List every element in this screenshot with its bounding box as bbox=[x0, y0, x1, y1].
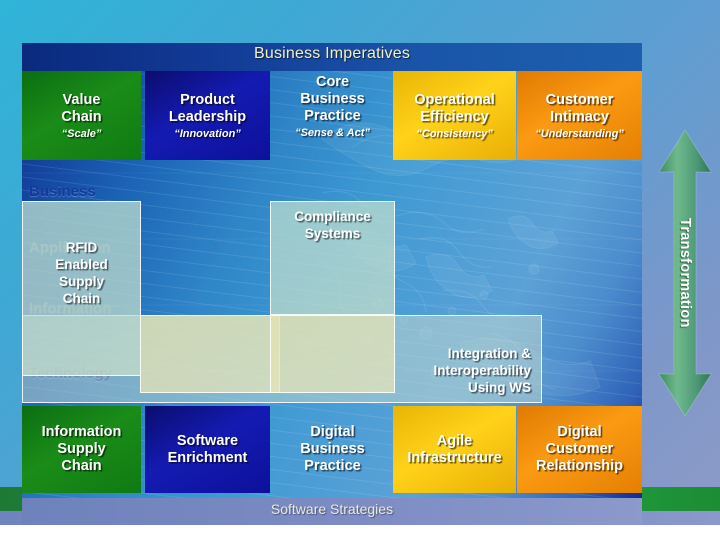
strategy-information-supply-chain[interactable]: Information Supply Chain bbox=[22, 406, 141, 493]
imperative-title-line2: Chain bbox=[61, 108, 102, 125]
strategy-title-line1: Software bbox=[176, 432, 239, 449]
imperative-subtitle: “Consistency” bbox=[416, 127, 493, 140]
imperative-product-leadership[interactable]: Product Leadership “Innovation” bbox=[145, 71, 270, 160]
imperative-title-line2: Intimacy bbox=[550, 108, 609, 125]
middle-box-compliance-tint bbox=[270, 315, 395, 393]
strategy-software-enrichment[interactable]: Software Enrichment bbox=[145, 406, 270, 493]
imperative-title-line2: Business bbox=[300, 91, 365, 107]
middle-box-line1: RFID bbox=[65, 240, 98, 255]
middle-box-rfid-label: RFID Enabled Supply Chain bbox=[22, 239, 141, 307]
imperative-subtitle: “Sense & Act” bbox=[295, 127, 370, 139]
page-title: Business Imperatives bbox=[253, 45, 411, 62]
strategy-title-line2: Customer bbox=[545, 441, 614, 457]
imperative-subtitle: “Scale” bbox=[61, 127, 102, 140]
strategy-title-line3: Chain bbox=[61, 458, 102, 474]
middle-box-line3: Supply bbox=[58, 274, 104, 289]
imperative-core-business-practice[interactable]: Core Business Practice “Sense & Act” bbox=[270, 71, 395, 160]
imperative-title-line1: Operational bbox=[414, 91, 495, 108]
backdrop-white-strip bbox=[0, 525, 720, 540]
strategy-title-line2: Enrichment bbox=[167, 449, 248, 466]
transformation-arrow-icon bbox=[655, 128, 715, 418]
imperative-title-line3: Practice bbox=[304, 108, 361, 124]
middle-box-line2: Enabled bbox=[55, 257, 108, 272]
strategy-title-line1: Digital bbox=[310, 424, 355, 440]
strategy-digital-business-practice[interactable]: Digital Business Practice bbox=[270, 406, 395, 493]
software-strategies-row: Information Supply Chain Software Enrich… bbox=[22, 406, 642, 493]
strategy-title-line2: Infrastructure bbox=[407, 449, 502, 466]
middle-box-line2: Systems bbox=[304, 226, 361, 241]
middle-box-yellow-tint bbox=[140, 315, 280, 393]
strategy-title-line2: Business bbox=[300, 441, 365, 457]
imperative-title-line1: Product bbox=[180, 91, 235, 108]
middle-box-compliance-systems[interactable]: Compliance Systems bbox=[270, 201, 395, 315]
strategy-agile-infrastructure[interactable]: Agile Infrastructure bbox=[393, 406, 516, 493]
business-imperatives-row: Value Chain “Scale” Product Leadership “… bbox=[22, 71, 642, 160]
strategy-title-line1: Information bbox=[41, 424, 122, 440]
strategy-title-line3: Practice bbox=[304, 458, 361, 474]
imperative-subtitle: “Innovation” bbox=[174, 127, 241, 140]
imperative-customer-intimacy[interactable]: Customer Intimacy “Understanding” bbox=[517, 71, 642, 160]
strategy-title-line2: Supply bbox=[57, 441, 106, 457]
imperative-title-line1: Customer bbox=[545, 91, 614, 108]
imperative-operational-efficiency[interactable]: Operational Efficiency “Consistency” bbox=[393, 71, 516, 160]
imperative-title-line1: Core bbox=[315, 74, 350, 90]
strategy-digital-customer-relationship[interactable]: Digital Customer Relationship bbox=[517, 406, 642, 493]
footer-title: Software Strategies bbox=[270, 501, 394, 517]
imperative-value-chain[interactable]: Value Chain “Scale” bbox=[22, 71, 141, 160]
stack-label-business: Business bbox=[29, 183, 96, 200]
strategy-title-line3: Relationship bbox=[535, 458, 623, 474]
imperative-title-line2: Leadership bbox=[168, 108, 247, 125]
imperative-subtitle: “Understanding” bbox=[535, 127, 624, 140]
strategy-title-line1: Digital bbox=[557, 424, 602, 440]
middle-box-line4: Chain bbox=[62, 291, 101, 306]
imperative-title-line1: Value bbox=[62, 91, 101, 108]
imperative-title-line2: Efficiency bbox=[420, 108, 489, 125]
middle-box-line1: Compliance bbox=[294, 209, 371, 224]
strategy-title-line1: Agile bbox=[436, 432, 473, 449]
slide-canvas: Business Imperatives Value Chain “Scale”… bbox=[0, 0, 720, 540]
slide-content: Business Imperatives Value Chain “Scale”… bbox=[22, 43, 642, 525]
